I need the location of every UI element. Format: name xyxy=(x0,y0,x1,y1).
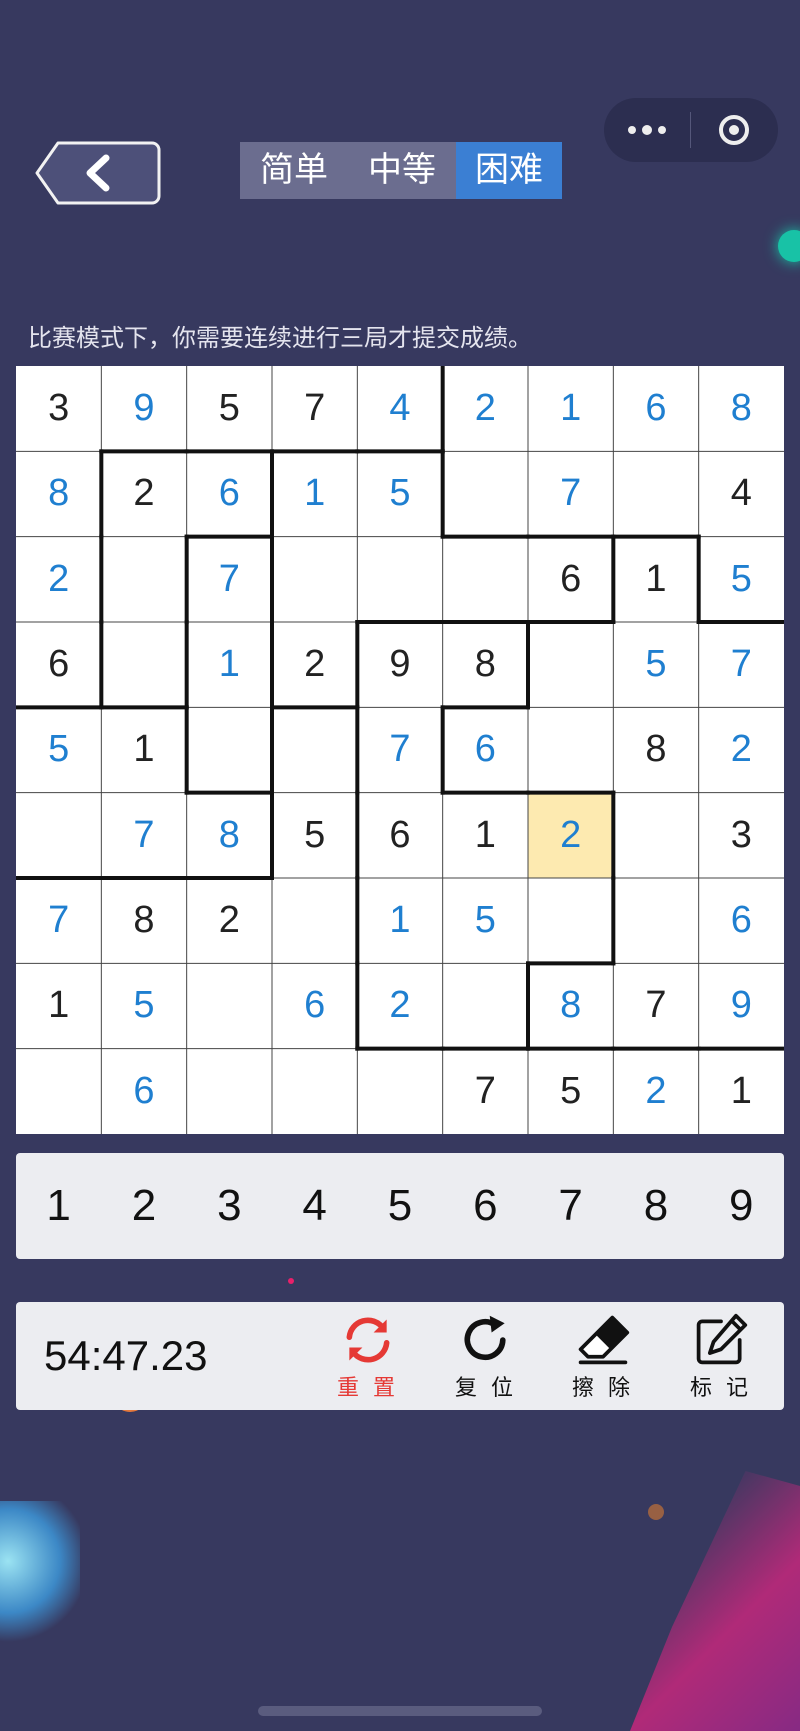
mark-label: 标 记 xyxy=(689,1375,753,1400)
reset-button[interactable]: 重 置 xyxy=(323,1312,413,1402)
restore-label: 复 位 xyxy=(454,1375,518,1400)
numpad-key-1[interactable]: 1 xyxy=(16,1153,101,1259)
numpad-key-2[interactable]: 2 xyxy=(101,1153,186,1259)
chevron-left-icon xyxy=(35,141,161,205)
numpad-key-6[interactable]: 6 xyxy=(443,1153,528,1259)
mini-program-capsule xyxy=(604,98,778,162)
board-grid-lines xyxy=(16,366,784,1134)
numpad-key-7[interactable]: 7 xyxy=(528,1153,613,1259)
numpad-key-9[interactable]: 9 xyxy=(699,1153,784,1259)
eraser-icon xyxy=(578,1315,630,1365)
reset-label: 重 置 xyxy=(336,1375,400,1400)
restore-button[interactable]: 复 位 xyxy=(441,1312,531,1402)
game-timer: 54:47.23 xyxy=(44,1332,208,1379)
back-button[interactable] xyxy=(34,140,162,206)
erase-button[interactable]: 擦 除 xyxy=(558,1312,648,1402)
decorative-crystal xyxy=(630,1471,800,1731)
numpad-key-4[interactable]: 4 xyxy=(272,1153,357,1259)
edit-pencil-icon xyxy=(696,1313,748,1365)
decorative-dot xyxy=(648,1504,664,1520)
home-indicator xyxy=(258,1706,542,1716)
numpad-key-8[interactable]: 8 xyxy=(613,1153,698,1259)
mark-button[interactable]: 标 记 xyxy=(676,1312,766,1402)
decorative-crystal xyxy=(0,1501,80,1651)
number-pad: 123456789 xyxy=(16,1153,784,1259)
toolbar: 54:47.23 重 置 复 位 擦 除 标 记 xyxy=(16,1302,784,1410)
more-dots-icon[interactable] xyxy=(604,98,690,162)
rotate-cw-icon xyxy=(464,1315,506,1361)
numpad-key-3[interactable]: 3 xyxy=(187,1153,272,1259)
numpad-key-5[interactable]: 5 xyxy=(357,1153,442,1259)
tab-easy[interactable]: 简单 xyxy=(240,142,348,199)
decorative-dot xyxy=(778,230,800,262)
sudoku-board: 3957421688261574276156129857517682785612… xyxy=(16,366,784,1134)
erase-label: 擦 除 xyxy=(571,1375,635,1400)
difficulty-tabs: 简单 中等 困难 xyxy=(240,142,562,199)
tab-medium[interactable]: 中等 xyxy=(348,142,456,199)
decorative-dot xyxy=(288,1278,294,1284)
refresh-arrows-icon xyxy=(346,1317,390,1363)
competition-hint: 比赛模式下，你需要连续进行三局才提交成绩。 xyxy=(28,325,532,352)
tab-hard[interactable]: 困难 xyxy=(456,142,562,199)
target-ring-icon[interactable] xyxy=(691,98,777,162)
